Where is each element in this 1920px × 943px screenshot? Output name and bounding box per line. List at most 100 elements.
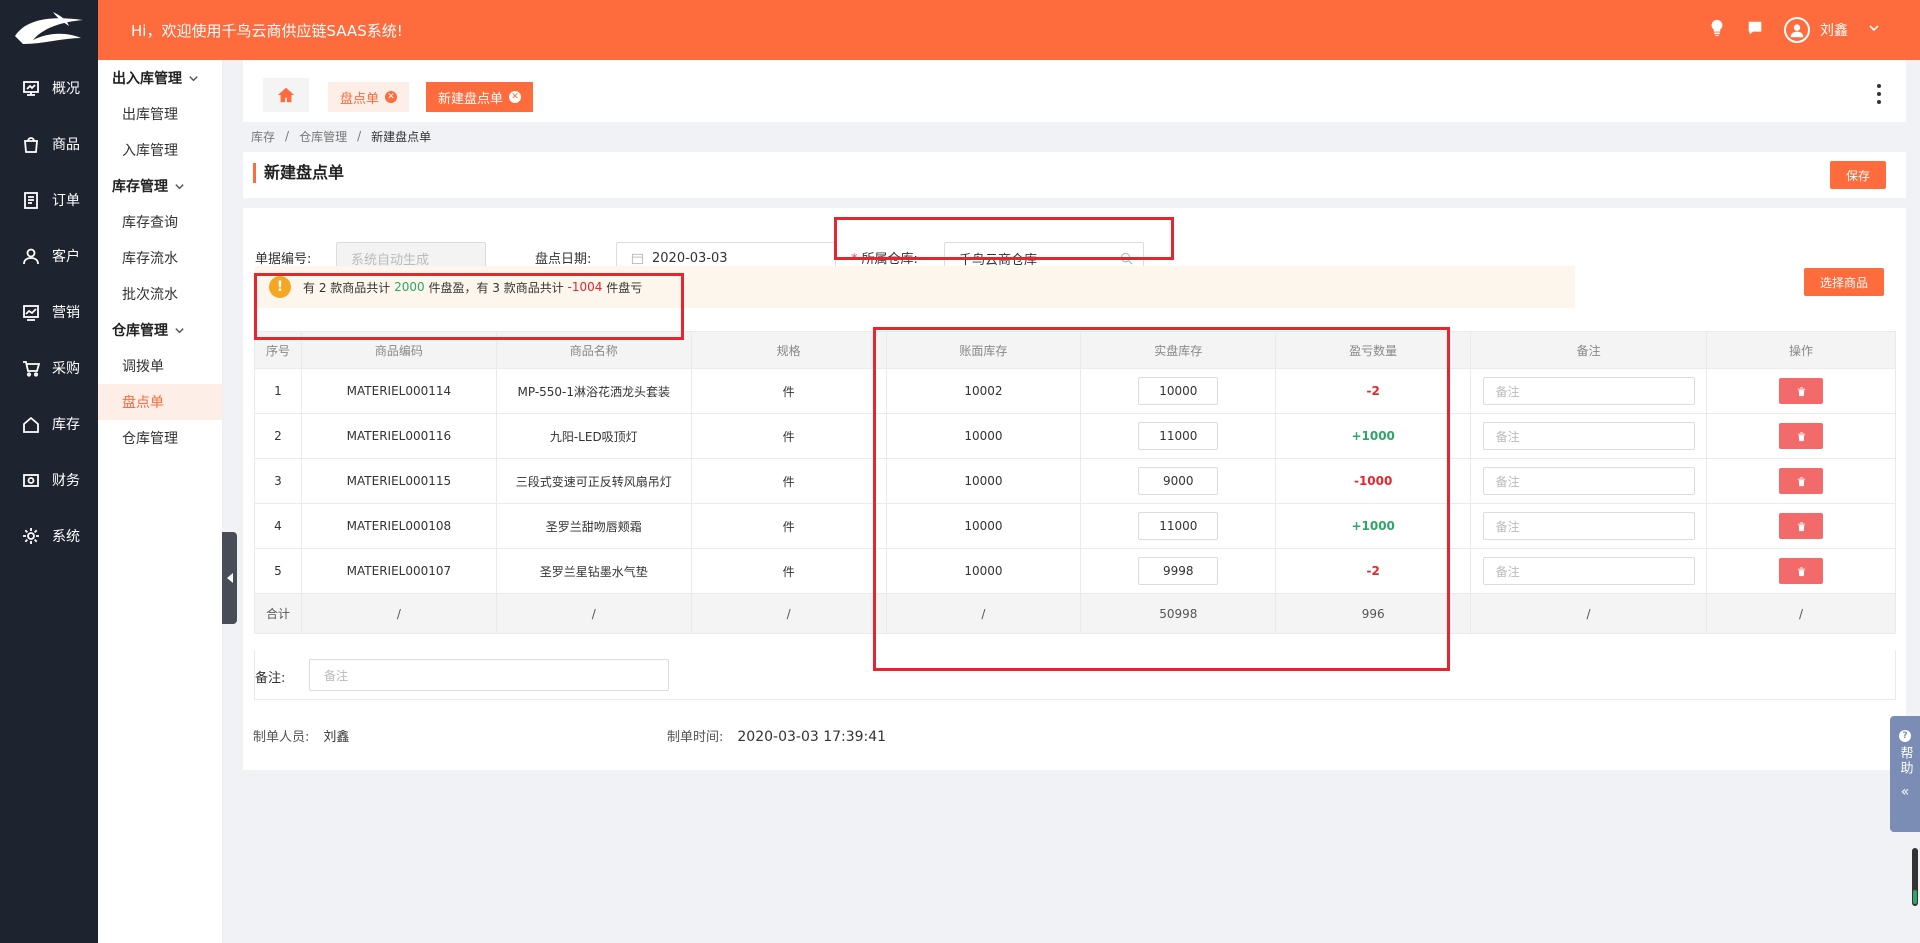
page-title: 新建盘点单 (253, 163, 344, 183)
delete-button[interactable] (1779, 513, 1824, 539)
user-icon (22, 247, 40, 265)
nav-item-0[interactable]: 概况 (0, 60, 98, 116)
goods-spec: 件 (690, 368, 887, 414)
tab-stocktake-list[interactable]: 盘点单 ✕ (328, 82, 410, 112)
goods-spec: 件 (690, 458, 887, 504)
breadcrumb-item[interactable]: 仓库管理 (299, 128, 347, 145)
nav-item-label: 订单 (52, 193, 80, 209)
search-icon[interactable] (1120, 252, 1133, 265)
trash-icon (1797, 431, 1805, 441)
row-remark-input[interactable]: 备注 (1482, 557, 1695, 585)
message-icon[interactable] (1746, 19, 1764, 41)
tab-label: 盘点单 (340, 91, 380, 107)
submenu-item[interactable]: 批次流水 (98, 276, 222, 312)
page-title-bar: 新建盘点单 保存 (243, 152, 1906, 198)
submenu-item[interactable]: 盘点单 (98, 384, 222, 420)
submenu-item[interactable]: 库存流水 (98, 240, 222, 276)
money-icon (22, 471, 40, 489)
nav-item-label: 营销 (52, 305, 80, 321)
stocktake-summary-alert: ! 有 2 款商品共计 2000 件盘盈，有 3 款商品共计 -1004 件盘亏 (255, 266, 1575, 308)
more-vertical-icon[interactable] (1876, 84, 1882, 104)
submenu-group[interactable]: 仓库管理 (98, 312, 222, 348)
remark-input[interactable]: 备注 (309, 659, 669, 691)
nav-item-2[interactable]: 订单 (0, 172, 98, 228)
close-icon[interactable]: ✕ (385, 91, 398, 103)
save-button[interactable]: 保存 (1830, 161, 1886, 189)
submenu-item[interactable]: 调拨单 (98, 348, 222, 384)
nav-item-1[interactable]: 商品 (0, 116, 98, 172)
logo (0, 0, 98, 60)
delete-button[interactable] (1779, 558, 1824, 584)
nav-item-label: 财务 (52, 473, 80, 489)
welcome-text: Hi，欢迎使用千鸟云商供应链SAAS系统! (131, 22, 403, 40)
book-stock: 10000 (885, 458, 1082, 504)
submenu-group[interactable]: 库存管理 (98, 168, 222, 204)
submenu-item[interactable]: 库存查询 (98, 204, 222, 240)
nav-item-8[interactable]: 系统 (0, 508, 98, 564)
delete-button[interactable] (1779, 423, 1824, 449)
maker-info: 制单人员: 刘鑫 (253, 730, 350, 745)
goods-name: 圣罗兰星钻墨水气垫 (495, 548, 692, 594)
submenu-item[interactable]: 仓库管理 (98, 420, 222, 456)
close-icon[interactable]: ✕ (509, 91, 522, 103)
house-icon (22, 415, 40, 433)
submenu-item[interactable]: 出库管理 (98, 96, 222, 132)
choose-goods-button[interactable]: 选择商品 (1804, 268, 1884, 296)
trash-icon (1797, 386, 1805, 396)
breadcrumb-item[interactable]: 库存 (251, 128, 275, 145)
column-header: 账面库存 (885, 331, 1082, 369)
avatar[interactable] (1784, 17, 1810, 43)
row-remark-input[interactable]: 备注 (1482, 422, 1695, 450)
cart-icon (22, 359, 40, 377)
table-row: 3 MATERIEL000115 三段式变速可正反转风扇吊灯 件 10000 9… (254, 458, 1896, 504)
chevron-down-icon[interactable] (1868, 22, 1880, 38)
bulb-icon[interactable] (1708, 19, 1726, 41)
goods-spec: 件 (690, 503, 887, 549)
row-remark-input[interactable]: 备注 (1482, 377, 1695, 405)
warehouse-label: * 所属仓库: (851, 252, 918, 267)
date-label: 盘点日期: (535, 252, 592, 267)
nav-item-label: 库存 (52, 417, 80, 433)
diff-quantity: +1000 (1275, 503, 1472, 549)
delete-button[interactable] (1779, 378, 1824, 404)
nav-item-7[interactable]: 财务 (0, 452, 98, 508)
goods-spec: 件 (690, 548, 887, 594)
help-tab[interactable]: ? 帮助 « (1890, 716, 1920, 832)
diff-quantity: -1000 (1275, 458, 1472, 504)
breadcrumb-separator: / (357, 129, 362, 143)
diff-total: 996 (1275, 593, 1472, 634)
actual-stock-input[interactable]: 9998 (1138, 557, 1219, 585)
row-remark-input[interactable]: 备注 (1482, 512, 1695, 540)
sidebar-collapse-handle[interactable] (222, 532, 237, 624)
row-number: 4 (254, 503, 302, 549)
submenu-item[interactable]: 入库管理 (98, 132, 222, 168)
username[interactable]: 刘鑫 (1820, 20, 1848, 40)
tab-label: 新建盘点单 (438, 91, 504, 107)
submenu-group[interactable]: 出入库管理 (98, 60, 222, 96)
nav-item-label: 商品 (52, 137, 80, 153)
column-header: 操作 (1706, 331, 1896, 369)
actual-stock-input[interactable]: 10000 (1138, 377, 1219, 405)
goods-name: 三段式变速可正反转风扇吊灯 (495, 458, 692, 504)
caret-left-icon (226, 573, 233, 583)
trash-icon (1797, 521, 1805, 531)
actual-stock-input[interactable]: 9000 (1138, 467, 1219, 495)
book-stock: 10000 (885, 503, 1082, 549)
nav-item-4[interactable]: 营销 (0, 284, 98, 340)
scrollbar-thumb[interactable] (1912, 848, 1918, 906)
delete-button[interactable] (1779, 468, 1824, 494)
tab-new-stocktake[interactable]: 新建盘点单 ✕ (426, 82, 534, 112)
chevron-down-icon (175, 327, 184, 333)
nav-item-3[interactable]: 客户 (0, 228, 98, 284)
tab-home[interactable] (263, 78, 309, 112)
row-remark-input[interactable]: 备注 (1482, 467, 1695, 495)
form-panel: 单据编号: 系统自动生成 盘点日期: 2020-03-03 * 所属仓库: 千鸟云… (243, 208, 1906, 770)
actual-stock-input[interactable]: 11000 (1138, 512, 1219, 540)
nav-item-5[interactable]: 采购 (0, 340, 98, 396)
maker-name: 刘鑫 (323, 730, 350, 745)
nav-item-6[interactable]: 库存 (0, 396, 98, 452)
sub-menu: 出入库管理 出库管理 入库管理 库存管理 库存查询 库存流水 批次流水 仓库管理 调拨单 盘点单仓… (98, 60, 223, 943)
actual-stock-input[interactable]: 11000 (1138, 422, 1219, 450)
calendar-icon (631, 253, 644, 264)
double-chevron-left-icon[interactable]: « (1901, 784, 1910, 800)
